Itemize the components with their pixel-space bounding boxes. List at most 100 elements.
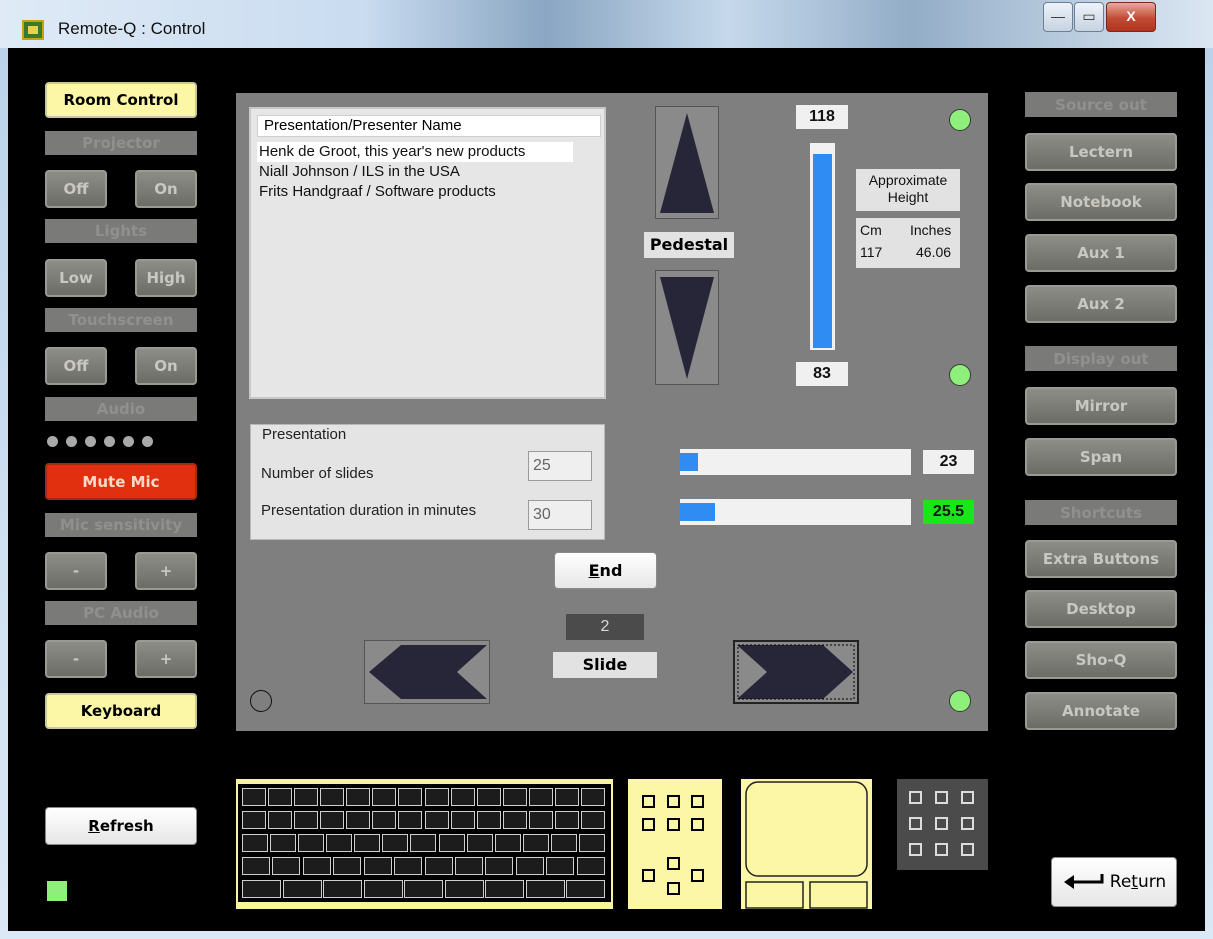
source-out-header: Source out [1025,92,1177,117]
notebook-button[interactable]: Notebook [1025,183,1177,221]
number-of-slides-field[interactable]: 25 [528,451,592,481]
lights-low-button[interactable]: Low [45,259,107,297]
keypad-layout-button[interactable] [628,779,722,909]
aux1-button[interactable]: Aux 1 [1025,234,1177,272]
duration-slider[interactable] [680,499,911,525]
list-item[interactable]: Frits Handgraaf / Software products [257,182,496,202]
pedestal-down-button[interactable] [655,270,719,385]
shortcuts-header: Shortcuts [1025,500,1177,525]
window-title: Remote-Q : Control [58,19,206,38]
mic-sensitivity-plus-button[interactable]: + [135,552,197,590]
keyboard-key [364,880,403,898]
audio-dot [66,436,77,447]
lectern-button[interactable]: Lectern [1025,133,1177,171]
keyboard-row [242,834,607,852]
maximize-button[interactable]: ▭ [1074,2,1104,32]
span-button[interactable]: Span [1025,438,1177,476]
dpad-up-icon [667,857,680,870]
keyboard-key [320,811,344,829]
keyboard-key [503,811,527,829]
end-button[interactable]: End [554,552,657,589]
annotate-button[interactable]: Annotate [1025,692,1177,730]
mic-sensitivity-header: Mic sensitivity [45,513,197,537]
pedestal-down-arrow-icon [660,277,714,379]
return-button[interactable]: Re t urn [1051,857,1177,907]
keyboard-key [398,811,422,829]
grid-cell-icon [909,843,922,856]
keyboard-key [294,788,318,806]
projector-on-button[interactable]: On [135,170,197,208]
mic-sensitivity-minus-button[interactable]: - [45,552,107,590]
projector-off-button[interactable]: Off [45,170,107,208]
keyboard-key [268,811,292,829]
close-button[interactable]: X [1106,2,1156,32]
touchpad-button[interactable] [741,779,872,909]
keyboard-key [354,834,380,852]
room-control-button[interactable]: Room Control [45,82,197,118]
next-slide-button[interactable] [733,640,859,704]
audio-dot [142,436,153,447]
refresh-label-accel: R [88,817,100,835]
onscreen-keyboard-shortcut[interactable] [236,779,613,909]
keyboard-key [546,857,574,875]
keyboard-key [283,880,322,898]
minimize-button[interactable]: — [1043,2,1073,32]
keyboard-key [425,788,449,806]
keyboard-key [581,788,605,806]
inches-value: 46.06 [916,244,952,260]
keyboard-key [439,834,465,852]
keyboard-key [398,788,422,806]
approx-height-label: Approximate Height [856,169,960,211]
audio-dot [85,436,96,447]
pc-audio-minus-button[interactable]: - [45,640,107,678]
touchscreen-on-button[interactable]: On [135,347,197,385]
presentation-list[interactable]: Presentation/Presenter Name Henk de Groo… [249,107,606,399]
keyboard-key [298,834,324,852]
audio-dot [104,436,115,447]
extra-buttons-button[interactable]: Extra Buttons [1025,540,1177,578]
sho-q-button[interactable]: Sho-Q [1025,641,1177,679]
lights-high-button[interactable]: High [135,259,197,297]
slides-slider-fill [680,453,698,471]
keyboard-key [242,788,266,806]
duration-field[interactable]: 30 [528,500,592,530]
desktop-button[interactable]: Desktop [1025,590,1177,628]
slide-label: Slide [553,652,657,678]
dpad-right-icon [691,869,704,882]
mirror-button[interactable]: Mirror [1025,387,1177,425]
audio-dot [47,436,58,447]
end-label-accel: E [588,561,600,580]
previous-slide-arrow-icon [369,645,487,699]
keyboard-key [242,811,266,829]
refresh-button[interactable]: Refresh [45,807,197,845]
height-readout: Cm Inches 117 46.06 [856,218,960,268]
mute-mic-button[interactable]: Mute Mic [45,463,197,500]
previous-slide-button[interactable] [364,640,490,704]
keyboard-key [270,834,296,852]
display-out-header: Display out [1025,346,1177,371]
duration-label: Presentation duration in minutes [261,502,477,519]
return-label-pre: Re [1109,872,1132,892]
keyboard-key [326,834,352,852]
slides-slider[interactable] [680,449,911,475]
pedestal-up-button[interactable] [655,106,719,219]
list-item[interactable]: Niall Johnson / ILS in the USA [257,162,460,182]
numpad-button[interactable] [897,779,988,870]
keyboard-button[interactable]: Keyboard [45,693,197,729]
audio-level-dots [47,434,161,452]
list-item[interactable]: Henk de Groot, this year's new products [257,142,573,162]
aux2-button[interactable]: Aux 2 [1025,285,1177,323]
touchscreen-off-button[interactable]: Off [45,347,107,385]
height-slider[interactable] [810,143,835,350]
keyboard-row [242,811,607,829]
pc-audio-plus-button[interactable]: + [135,640,197,678]
grid-cell-icon [961,817,974,830]
pedestal-up-arrow-icon [660,113,714,213]
slide-number-display: 2 [566,614,644,640]
keyboard-key [425,857,453,875]
pedestal-label: Pedestal [644,232,734,258]
touchpad-icon [745,781,868,909]
cm-value: 117 [860,244,883,260]
grid-cell-icon [935,817,948,830]
touchscreen-header: Touchscreen [45,308,197,332]
